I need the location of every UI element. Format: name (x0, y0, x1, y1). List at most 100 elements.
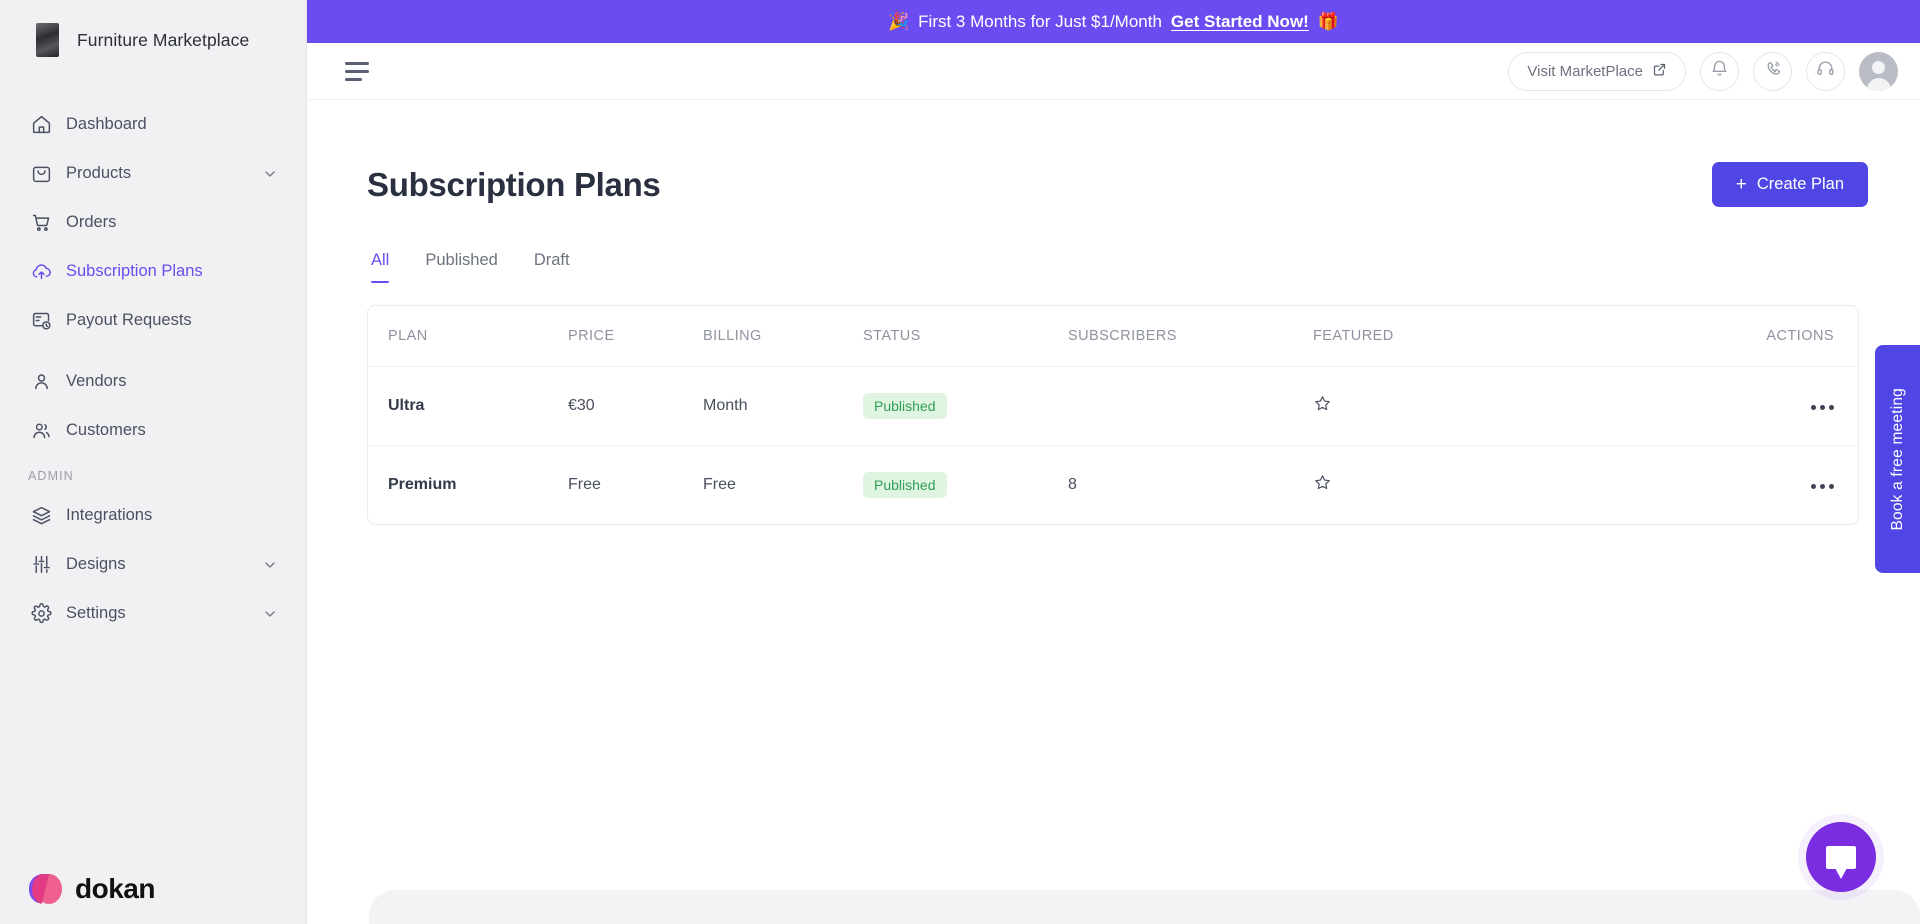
gear-icon (28, 602, 54, 626)
status-badge: Published (863, 393, 947, 419)
sidebar-item-integrations[interactable]: Integrations (0, 491, 306, 540)
sidebar-item-label: Vendors (66, 372, 127, 390)
layers-icon (28, 504, 54, 528)
cell-subscribers: 8 (1068, 476, 1077, 493)
promo-cta-link[interactable]: Get Started Now! (1171, 12, 1309, 32)
chevron-down-icon[interactable] (262, 166, 278, 182)
table-row[interactable]: Ultra €30 Month Published (368, 366, 1858, 446)
ellipsis-icon[interactable] (1811, 405, 1834, 410)
visit-marketplace-button[interactable]: Visit MarketPlace (1508, 51, 1686, 91)
cell-actions (1603, 446, 1858, 525)
ellipsis-icon[interactable] (1811, 484, 1834, 489)
brand-name: Furniture Marketplace (77, 29, 250, 50)
plans-table-card: PLAN PRICE BILLING STATUS SUBSCRIBERS FE… (367, 305, 1859, 525)
column-header-billing: BILLING (703, 306, 863, 367)
bag-icon (28, 162, 54, 186)
column-header-actions: ACTIONS (1603, 306, 1858, 367)
column-header-plan: PLAN (368, 306, 568, 367)
cell-featured (1313, 446, 1603, 525)
cell-plan: Premium (388, 476, 457, 493)
sidebar-item-settings[interactable]: Settings (0, 589, 306, 638)
cell-subscribers (1068, 366, 1313, 446)
avatar-body (1866, 77, 1891, 91)
sidebar-item-payout-requests[interactable]: Payout Requests (0, 296, 306, 345)
status-badge: Published (863, 472, 947, 498)
sidebar-item-label: Payout Requests (66, 311, 192, 329)
phone-ring-icon (1763, 59, 1782, 83)
sidebar-item-vendors[interactable]: Vendors (0, 357, 306, 406)
sidebar-item-label: Dashboard (66, 115, 147, 133)
create-plan-button[interactable]: + Create Plan (1711, 162, 1868, 207)
furniture-logo-icon (36, 23, 59, 57)
table-body: Ultra €30 Month Published Premium Free F… (368, 366, 1858, 525)
visit-marketplace-label: Visit MarketPlace (1527, 62, 1643, 80)
sidebar-item-orders[interactable]: Orders (0, 198, 306, 247)
users-icon (28, 419, 54, 443)
support-button[interactable] (1806, 51, 1845, 91)
plans-table: PLAN PRICE BILLING STATUS SUBSCRIBERS FE… (368, 306, 1858, 524)
chat-widget-button[interactable] (1806, 822, 1876, 892)
main-area: 🎉 First 3 Months for Just $1/Month Get S… (307, 0, 1920, 924)
column-header-status: STATUS (863, 306, 1068, 367)
brand[interactable]: Furniture Marketplace (0, 0, 306, 78)
sidebar-item-subscription-plans[interactable]: Subscription Plans (0, 247, 306, 296)
notifications-button[interactable] (1700, 51, 1739, 91)
cell-status: Published (863, 446, 1068, 525)
promo-text: First 3 Months for Just $1/Month (918, 11, 1162, 31)
dokan-mark-icon (28, 872, 62, 906)
column-header-subscribers: SUBSCRIBERS (1068, 306, 1313, 367)
tab-published[interactable]: Published (425, 251, 497, 283)
cell-billing: Month (703, 366, 863, 446)
sidebar-item-products[interactable]: Products (0, 149, 306, 198)
chevron-down-icon[interactable] (262, 606, 278, 622)
cell-billing: Free (703, 476, 736, 493)
page-header: Subscription Plans + Create Plan (367, 162, 1868, 207)
topbar-actions: Visit MarketPlace (1508, 51, 1898, 91)
payout-clock-icon (28, 309, 54, 333)
tab-all[interactable]: All (371, 251, 390, 283)
column-header-price: PRICE (568, 306, 703, 367)
headset-icon (1816, 59, 1835, 83)
sidebar-item-customers[interactable]: Customers (0, 406, 306, 455)
sidebar-item-label: Integrations (66, 506, 153, 524)
table-header-row: PLAN PRICE BILLING STATUS SUBSCRIBERS FE… (368, 306, 1858, 367)
bottom-sheet (369, 890, 1920, 924)
user-avatar[interactable] (1859, 51, 1898, 91)
sidebar-item-designs[interactable]: Designs (0, 540, 306, 589)
sidebar-item-label: Designs (66, 555, 126, 573)
star-outline-icon[interactable] (1313, 473, 1332, 492)
sidebar-item-label: Orders (66, 213, 117, 231)
cell-plan: Ultra (368, 366, 568, 446)
star-outline-icon[interactable] (1313, 394, 1332, 413)
chevron-down-icon[interactable] (262, 557, 278, 573)
page-title: Subscription Plans (367, 165, 661, 203)
user-icon (28, 370, 54, 394)
table-row[interactable]: Premium Free Free Published 8 (368, 446, 1858, 525)
party-popper-icon: 🎉 (887, 11, 910, 31)
sidebar-item-dashboard[interactable]: Dashboard (0, 100, 306, 149)
app-root: Furniture Marketplace Dashboard Products (0, 0, 1920, 924)
sidebar-item-label: Settings (66, 604, 126, 622)
bell-icon (1710, 59, 1729, 83)
hamburger-icon[interactable] (341, 58, 373, 85)
table-head: PLAN PRICE BILLING STATUS SUBSCRIBERS FE… (368, 306, 1858, 367)
cell-price: Free (568, 476, 601, 493)
column-header-featured: FEATURED (1313, 306, 1603, 367)
sidebar-item-label: Subscription Plans (66, 262, 203, 280)
tab-draft[interactable]: Draft (534, 251, 570, 283)
cell-featured (1313, 366, 1603, 446)
sidebar-item-label: Customers (66, 421, 146, 439)
book-meeting-tab[interactable]: Book a free meeting (1875, 345, 1920, 573)
page-content: Subscription Plans + Create Plan All Pub… (307, 100, 1920, 924)
cell-price: €30 (568, 366, 703, 446)
filter-tabs: All Published Draft (367, 251, 1868, 283)
cell-status: Published (863, 366, 1068, 446)
home-icon (28, 113, 54, 137)
gift-icon: 🎁 (1317, 11, 1339, 31)
cell-actions (1603, 366, 1858, 446)
plus-icon: + (1735, 174, 1747, 195)
call-button[interactable] (1753, 51, 1792, 91)
dokan-logo: dokan (28, 872, 155, 906)
create-plan-label: Create Plan (1756, 175, 1844, 193)
